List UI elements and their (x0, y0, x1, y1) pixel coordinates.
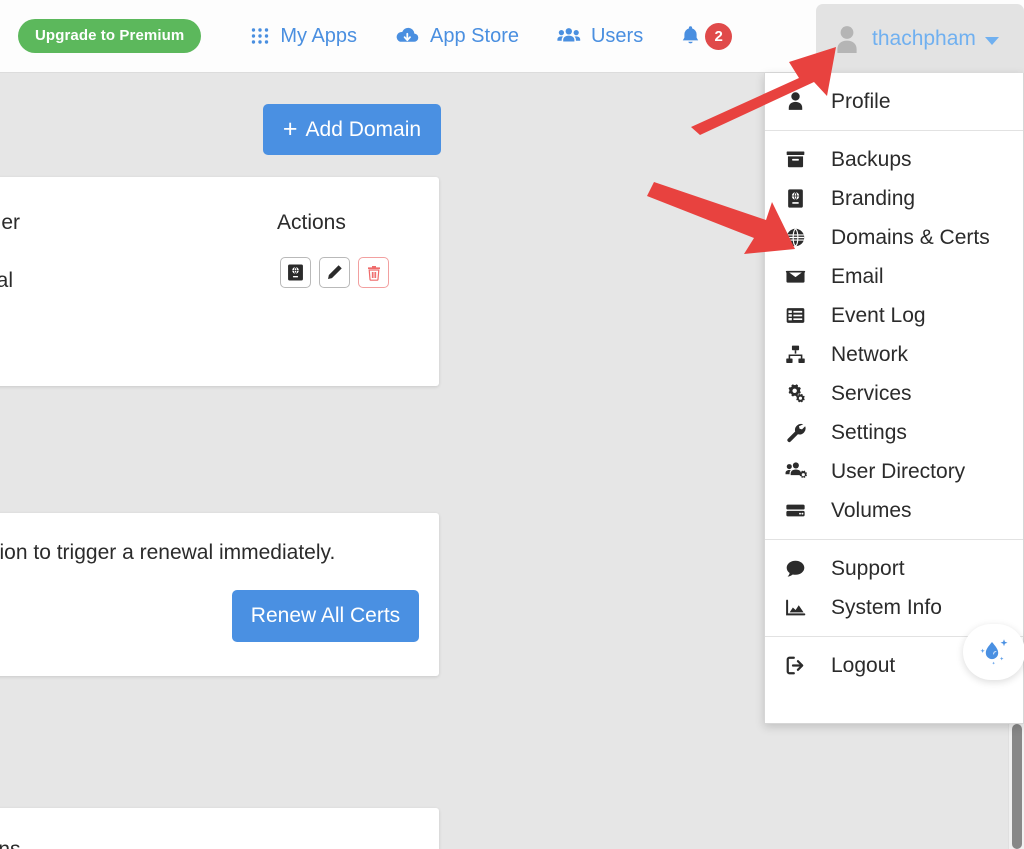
menu-label-volumes: Volumes (831, 499, 912, 523)
nav-item-app-store[interactable]: App Store (376, 25, 538, 48)
menu-label-profile: Profile (831, 90, 891, 114)
menu-item-branding[interactable]: Branding (765, 179, 1023, 218)
menu-item-backups[interactable]: Backups (765, 140, 1023, 179)
logout-icon (785, 655, 813, 676)
person-icon (785, 91, 813, 112)
menu-item-services[interactable]: Services (765, 374, 1023, 413)
user-menu-button[interactable]: thachpham (816, 4, 1024, 73)
add-domain-button[interactable]: + Add Domain (263, 104, 441, 155)
delete-trash-icon (366, 265, 382, 281)
add-domain-label: Add Domain (306, 118, 422, 142)
nav-label-app-store: App Store (430, 25, 519, 48)
water-droplet-sparkle-icon (974, 635, 1014, 669)
notifications-button[interactable]: 2 (662, 23, 738, 50)
nav-label-users: Users (591, 25, 643, 48)
sitemap-icon (785, 344, 813, 365)
certificate-icon (287, 264, 304, 281)
app-root: + Add Domain ider Actions ual (0, 0, 1024, 849)
menu-label-support: Support (831, 557, 905, 581)
menu-label-domains-certs: Domains & Certs (831, 226, 990, 250)
notification-badge: 2 (705, 23, 732, 50)
menu-item-user-directory[interactable]: User Directory (765, 452, 1023, 491)
delete-button[interactable] (358, 257, 389, 288)
area-chart-icon (785, 597, 813, 618)
user-name-label: thachpham (872, 27, 976, 51)
menu-item-profile[interactable]: Profile (765, 82, 1023, 121)
bottom-description: ains. (0, 838, 26, 849)
vertical-scrollbar[interactable] (1008, 724, 1024, 849)
renew-certs-card: ption to trigger a renewal immediately. … (0, 513, 439, 676)
list-table-icon (785, 305, 813, 326)
wrench-icon (785, 422, 813, 443)
renew-all-certs-button[interactable]: Renew All Certs (232, 590, 419, 642)
gears-icon (785, 383, 813, 404)
archive-box-icon (785, 149, 813, 170)
table-row-actions (280, 257, 389, 288)
menu-item-support[interactable]: Support (765, 549, 1023, 588)
menu-label-email: Email (831, 265, 884, 289)
menu-label-logout: Logout (831, 654, 895, 678)
menu-item-volumes[interactable]: Volumes (765, 491, 1023, 530)
assistant-widget-button[interactable] (963, 624, 1024, 680)
menu-group-help: Support System Info (765, 540, 1023, 636)
plus-icon: + (283, 117, 298, 142)
menu-label-branding: Branding (831, 187, 915, 211)
menu-item-domains-certs[interactable]: Domains & Certs (765, 218, 1023, 257)
menu-label-backups: Backups (831, 148, 912, 172)
users-gear-icon (785, 461, 813, 482)
edit-button[interactable] (319, 257, 350, 288)
menu-label-services: Services (831, 382, 912, 406)
avatar-icon (832, 23, 862, 55)
navbar-links: My Apps App Store (231, 23, 738, 50)
bell-icon (680, 25, 701, 47)
renew-description: ption to trigger a renewal immediately. (0, 541, 335, 565)
upgrade-to-premium-button[interactable]: Upgrade to Premium (18, 19, 201, 53)
passport-icon (785, 188, 813, 209)
menu-label-system-info: System Info (831, 596, 942, 620)
nav-item-my-apps[interactable]: My Apps (231, 25, 376, 48)
domains-table-card: ider Actions ual (0, 177, 439, 386)
cloud-download-icon (395, 26, 420, 46)
globe-icon (785, 227, 813, 248)
scrollbar-thumb[interactable] (1012, 724, 1022, 849)
menu-group-admin: Backups Branding (765, 131, 1023, 539)
server-icon (785, 500, 813, 521)
menu-item-email[interactable]: Email (765, 257, 1023, 296)
chat-bubble-icon (785, 558, 813, 579)
grid-icon (250, 26, 270, 46)
column-header-actions: Actions (277, 211, 346, 235)
menu-group-profile: Profile (765, 73, 1023, 130)
menu-item-settings[interactable]: Settings (765, 413, 1023, 452)
menu-label-event-log: Event Log (831, 304, 926, 328)
certificate-button[interactable] (280, 257, 311, 288)
cell-provider-value: ual (0, 269, 13, 293)
users-icon (557, 26, 581, 46)
nav-item-users[interactable]: Users (538, 25, 662, 48)
menu-label-network: Network (831, 343, 908, 367)
column-header-provider: ider (0, 211, 20, 235)
nav-label-my-apps: My Apps (280, 25, 357, 48)
menu-item-network[interactable]: Network (765, 335, 1023, 374)
menu-item-system-info[interactable]: System Info (765, 588, 1023, 627)
top-navbar: Upgrade to Premium My Apps (0, 0, 1024, 73)
menu-label-user-directory: User Directory (831, 460, 965, 484)
edit-pencil-icon (326, 264, 343, 281)
bottom-info-card: ains. (0, 808, 439, 849)
chevron-down-icon (985, 37, 999, 45)
menu-label-settings: Settings (831, 421, 907, 445)
envelope-icon (785, 266, 813, 287)
menu-item-event-log[interactable]: Event Log (765, 296, 1023, 335)
